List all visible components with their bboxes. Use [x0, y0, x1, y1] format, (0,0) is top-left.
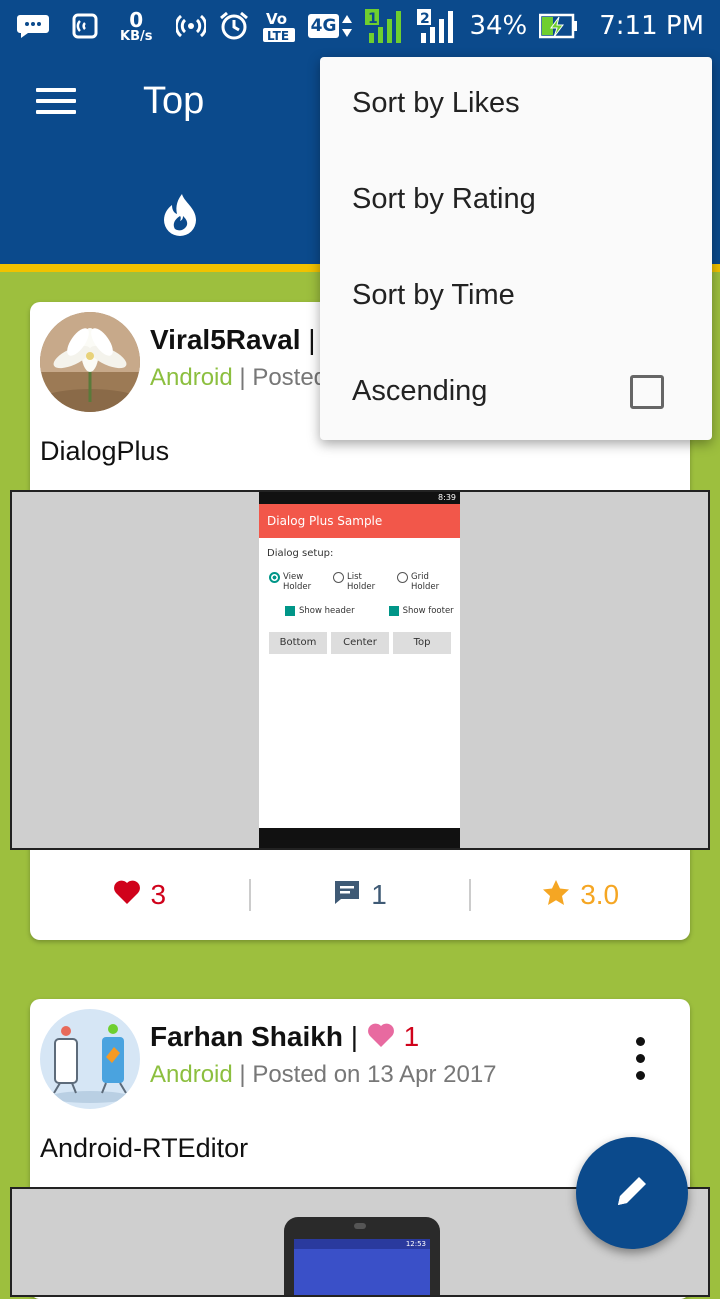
heart-icon	[113, 879, 141, 912]
page-title: Top	[143, 80, 205, 122]
avatar[interactable]	[40, 1009, 140, 1109]
preview-radio-label: View Holder	[283, 572, 312, 592]
preview-time: 8:39	[438, 493, 456, 502]
network-speed: 0 KB/s	[120, 10, 152, 43]
comment-button[interactable]: 1	[251, 879, 470, 912]
comment-icon	[333, 879, 361, 912]
create-post-button[interactable]	[576, 1137, 688, 1249]
posted-date: Posted	[252, 364, 328, 391]
preview-time: 12:53	[294, 1239, 430, 1249]
meta-separator: |	[232, 364, 253, 391]
battery-percent: 34%	[469, 11, 528, 41]
post-meta: Android | Posted on 13 Apr 2017	[150, 1061, 497, 1089]
preview-check-label: Show header	[299, 606, 355, 616]
more-options-icon[interactable]	[630, 1037, 650, 1083]
hotspot-icon	[175, 11, 206, 41]
clock: 7:11 PM	[599, 11, 704, 41]
separator: |	[350, 1021, 358, 1052]
flame-icon[interactable]	[160, 192, 200, 242]
author-name[interactable]: Farhan Shaikh | 1	[150, 1021, 419, 1055]
preview-button: Top	[393, 632, 451, 654]
hamburger-menu-icon[interactable]	[36, 88, 76, 118]
alarm-icon	[218, 10, 250, 42]
post-meta: Android | Posted	[150, 364, 327, 392]
network-speed-value: 0	[129, 7, 144, 32]
preview-nav-bar	[259, 828, 460, 848]
sim1-number: 1	[368, 11, 378, 27]
author-name[interactable]: Viral5Raval |	[150, 324, 316, 356]
post-title[interactable]: Android-RTEditor	[40, 1133, 248, 1164]
preview-status-bar: 8:39	[259, 492, 460, 504]
header-like-count: 1	[403, 1021, 420, 1052]
like-count: 3	[150, 879, 167, 910]
posted-date: Posted on 13 Apr 2017	[252, 1061, 497, 1088]
signal-sim2-icon: 2	[417, 9, 457, 43]
heart-icon	[366, 1022, 396, 1055]
ascending-checkbox[interactable]	[630, 375, 664, 409]
sort-by-likes-item[interactable]: Sort by Likes	[352, 87, 520, 120]
volte-icon: Vo LTE	[262, 9, 296, 43]
separator: |	[308, 324, 316, 355]
preview-radio-label: List Holder	[347, 572, 376, 592]
post-title[interactable]: DialogPlus	[40, 436, 169, 467]
sort-by-time-item[interactable]: Sort by Time	[352, 279, 515, 312]
ascending-label[interactable]: Ascending	[352, 375, 487, 408]
like-button[interactable]: 3	[30, 879, 249, 912]
phone-screenshot: 12:53	[284, 1217, 440, 1295]
comment-count: 1	[371, 879, 387, 910]
svg-text:Vo: Vo	[266, 10, 287, 28]
4g-label: 4G	[307, 14, 340, 38]
sim2-number: 2	[420, 11, 430, 27]
pencil-icon	[612, 1171, 652, 1215]
star-icon	[542, 879, 570, 912]
battery-charging-icon	[539, 13, 579, 39]
phone-screenshot: 8:39 Dialog Plus Sample Dialog setup: Vi…	[259, 492, 460, 848]
post-preview-image[interactable]: 8:39 Dialog Plus Sample Dialog setup: Vi…	[10, 490, 710, 850]
author-name-text: Farhan Shaikh	[150, 1021, 343, 1052]
avatar[interactable]	[40, 312, 140, 412]
preview-app-title: Dialog Plus Sample	[259, 504, 460, 538]
preview-check-label: Show footer	[402, 606, 454, 616]
rating-button[interactable]: 3.0	[471, 879, 690, 912]
preview-section-label: Dialog setup:	[267, 548, 334, 559]
category-label[interactable]: Android	[150, 1061, 233, 1088]
preview-radio-label: Grid Holder	[411, 572, 440, 592]
meta-separator: |	[232, 1061, 253, 1088]
network-speed-unit: KB/s	[120, 28, 153, 44]
author-name-text: Viral5Raval	[150, 324, 301, 355]
sort-menu: Sort by Likes Sort by Rating Sort by Tim…	[320, 57, 712, 440]
4g-icon: 4G	[307, 13, 354, 39]
post-actions: 3 1 3.0	[30, 850, 690, 940]
status-bar: 0 KB/s Vo LTE 4G 1 2 34% 7:11 PM	[0, 0, 720, 52]
svg-text:LTE: LTE	[267, 29, 289, 43]
rating-value: 3.0	[580, 879, 620, 910]
signal-sim1-icon: 1	[365, 9, 405, 43]
nfc-icon	[72, 13, 98, 39]
preview-button: Bottom	[269, 632, 327, 654]
category-label[interactable]: Android	[150, 364, 233, 391]
sort-by-rating-item[interactable]: Sort by Rating	[352, 183, 536, 216]
chat-bubble-icon	[16, 13, 50, 39]
preview-button: Center	[331, 632, 389, 654]
